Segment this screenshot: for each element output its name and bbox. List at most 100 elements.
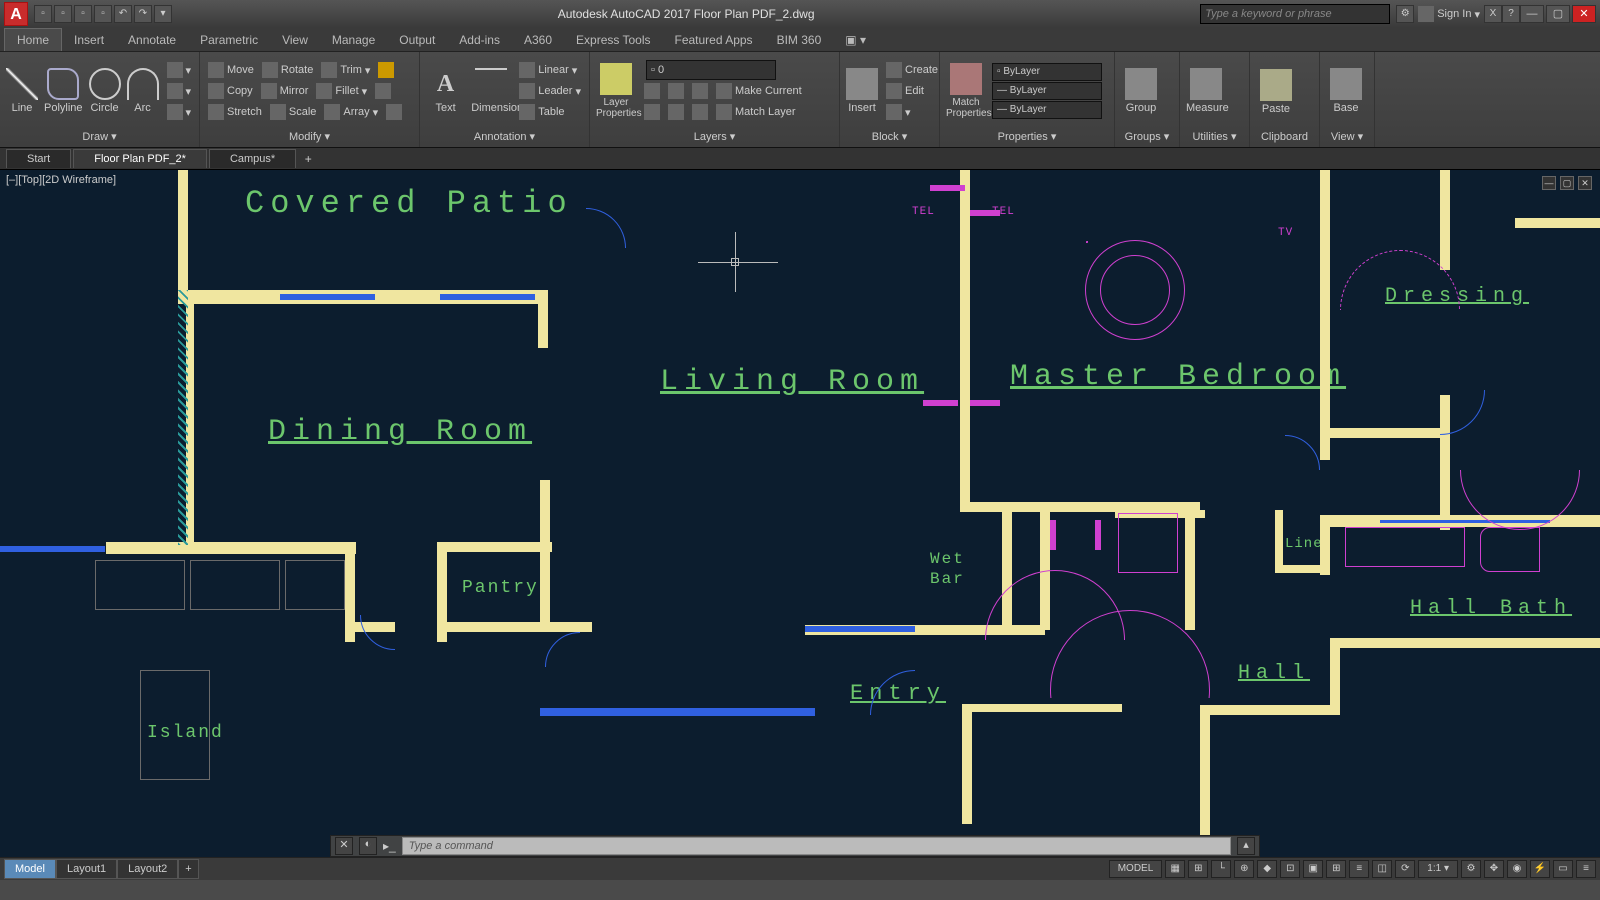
panel-layers[interactable]: Layers ▾: [594, 128, 835, 145]
snap-toggle[interactable]: ⊞: [1188, 860, 1208, 878]
layer-properties-button[interactable]: Layer Properties: [594, 61, 638, 121]
tab-a360[interactable]: A360: [512, 29, 564, 51]
panel-view[interactable]: View ▾: [1324, 128, 1370, 145]
base-view-button[interactable]: Base: [1324, 66, 1368, 116]
command-line[interactable]: ✕ ◐ ▸_ Type a command ▴: [330, 835, 1260, 857]
leader-button[interactable]: Leader ▾: [515, 81, 585, 101]
signin-button[interactable]: Sign In ▾: [1414, 4, 1484, 24]
mirror-button[interactable]: Mirror: [257, 81, 313, 101]
viewport-max[interactable]: ▢: [1560, 176, 1574, 190]
osnap-toggle[interactable]: ⊡: [1280, 860, 1300, 878]
draw-misc3[interactable]: ▾: [163, 102, 196, 122]
ortho-toggle[interactable]: └: [1211, 860, 1231, 878]
tab-manage[interactable]: Manage: [320, 29, 387, 51]
dimension-button[interactable]: Dimension: [469, 66, 513, 116]
draw-misc2[interactable]: ▾: [163, 81, 196, 101]
lineweight-dropdown[interactable]: — ByLayer: [992, 82, 1102, 100]
cmd-expand-icon[interactable]: ▴: [1237, 837, 1255, 855]
stretch-button[interactable]: Stretch: [204, 102, 266, 122]
create-block-button[interactable]: Create: [882, 60, 942, 80]
cmd-recent-icon[interactable]: ◐: [359, 837, 377, 855]
trim-button[interactable]: Trim ▾: [317, 60, 374, 80]
cmd-close-icon[interactable]: ✕: [335, 837, 353, 855]
offset-icon[interactable]: [382, 102, 406, 122]
table-button[interactable]: Table: [515, 102, 585, 122]
qat-undo[interactable]: ↶: [114, 5, 132, 23]
transparency-toggle[interactable]: ◫: [1372, 860, 1392, 878]
help-icon[interactable]: ?: [1502, 5, 1520, 23]
isoplane-toggle[interactable]: ◆: [1257, 860, 1277, 878]
rotate-button[interactable]: Rotate: [258, 60, 317, 80]
tab-parametric[interactable]: Parametric: [188, 29, 270, 51]
lineweight-toggle[interactable]: ≡: [1349, 860, 1369, 878]
dyn-input-toggle[interactable]: ⊞: [1326, 860, 1346, 878]
qat-redo[interactable]: ↷: [134, 5, 152, 23]
search-input[interactable]: Type a keyword or phrase: [1200, 4, 1390, 24]
clean-screen-icon[interactable]: ▭: [1553, 860, 1573, 878]
fillet-button[interactable]: Fillet ▾: [312, 81, 371, 101]
edit-block-button[interactable]: Edit: [882, 81, 942, 101]
file-tab-campus[interactable]: Campus*: [209, 149, 296, 168]
line-button[interactable]: Line: [4, 66, 40, 116]
viewport-close[interactable]: ✕: [1578, 176, 1592, 190]
close-button[interactable]: ✕: [1572, 5, 1596, 23]
block-misc[interactable]: ▾: [882, 102, 942, 122]
tab-home[interactable]: Home: [4, 28, 62, 51]
arc-button[interactable]: Arc: [125, 66, 161, 116]
hardware-accel-icon[interactable]: ⚡: [1530, 860, 1550, 878]
text-button[interactable]: AText: [424, 66, 467, 116]
layout2-tab[interactable]: Layout2: [117, 859, 178, 879]
viewport-label[interactable]: [–][Top][2D Wireframe]: [6, 174, 116, 186]
scale-button[interactable]: 1:1 ▾: [1418, 860, 1458, 878]
linetype-dropdown[interactable]: — ByLayer: [992, 101, 1102, 119]
qat-new[interactable]: ▫: [34, 5, 52, 23]
match-properties-button[interactable]: Match Properties: [944, 61, 988, 121]
model-space-button[interactable]: MODEL: [1109, 860, 1163, 878]
isolate-icon[interactable]: ◉: [1507, 860, 1527, 878]
tab-express[interactable]: Express Tools: [564, 29, 662, 51]
move-button[interactable]: Move: [204, 60, 258, 80]
layer-b6[interactable]: [688, 102, 712, 122]
autodesk-account-icon[interactable]: ⚙: [1396, 5, 1414, 23]
color-dropdown[interactable]: ▫ ByLayer: [992, 63, 1102, 81]
polyline-button[interactable]: Polyline: [42, 66, 85, 116]
tab-output[interactable]: Output: [387, 29, 447, 51]
panel-groups[interactable]: Groups ▾: [1119, 128, 1175, 145]
command-input[interactable]: Type a command: [402, 837, 1231, 855]
draw-misc1[interactable]: ▾: [163, 60, 196, 80]
group-button[interactable]: Group: [1119, 66, 1163, 116]
copy-button[interactable]: Copy: [204, 81, 257, 101]
file-tab-add[interactable]: +: [298, 152, 318, 166]
panel-clipboard[interactable]: Clipboard: [1254, 129, 1315, 145]
make-current-button[interactable]: Make Current: [712, 81, 806, 101]
qat-more[interactable]: ▾: [154, 5, 172, 23]
tab-featured[interactable]: Featured Apps: [663, 29, 765, 51]
customize-icon[interactable]: ≡: [1576, 860, 1596, 878]
polar-toggle[interactable]: ⊕: [1234, 860, 1254, 878]
gear-icon[interactable]: ⚙: [1461, 860, 1481, 878]
tab-annotate[interactable]: Annotate: [116, 29, 188, 51]
linear-button[interactable]: Linear ▾: [515, 60, 585, 80]
layer-b2[interactable]: [664, 81, 688, 101]
circle-button[interactable]: Circle: [87, 66, 123, 116]
minimize-button[interactable]: —: [1520, 5, 1544, 23]
tab-insert[interactable]: Insert: [62, 29, 116, 51]
file-tab-floorplan[interactable]: Floor Plan PDF_2*: [73, 149, 207, 168]
panel-properties[interactable]: Properties ▾: [944, 128, 1110, 145]
panel-annotation[interactable]: Annotation ▾: [424, 128, 585, 145]
layer-b4[interactable]: [640, 102, 664, 122]
3dosnap-toggle[interactable]: ▣: [1303, 860, 1323, 878]
tab-visibility-icon[interactable]: ▣ ▾: [833, 29, 878, 51]
panel-utilities[interactable]: Utilities ▾: [1184, 128, 1245, 145]
tab-bim360[interactable]: BIM 360: [765, 29, 834, 51]
explode-icon[interactable]: [371, 81, 395, 101]
insert-block-button[interactable]: Insert: [844, 66, 880, 116]
qat-save[interactable]: ▫: [74, 5, 92, 23]
grid-toggle[interactable]: ▦: [1165, 860, 1185, 878]
file-tab-start[interactable]: Start: [6, 149, 71, 168]
layer-dropdown[interactable]: ▫ 0: [646, 60, 776, 80]
layout1-tab[interactable]: Layout1: [56, 859, 117, 879]
add-layout-tab[interactable]: +: [178, 859, 198, 879]
tab-view[interactable]: View: [270, 29, 320, 51]
panel-block[interactable]: Block ▾: [844, 128, 935, 145]
